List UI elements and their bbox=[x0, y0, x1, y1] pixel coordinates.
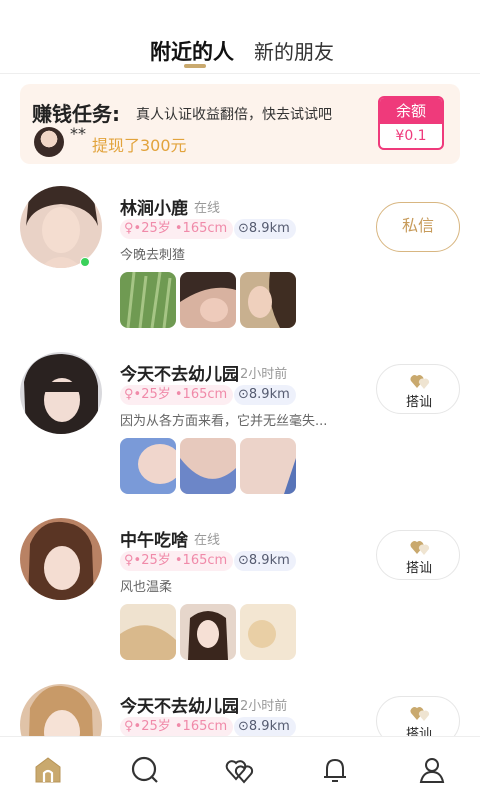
avatar[interactable] bbox=[20, 186, 102, 268]
username: 中午吃啥 bbox=[120, 531, 188, 551]
username: 林涧小鹿 bbox=[120, 199, 188, 219]
greet-label: 搭讪 bbox=[405, 395, 432, 410]
bio-text: 因为从各方面来看，它并无丝毫失... bbox=[120, 414, 328, 429]
status-text: 2小时前 bbox=[240, 367, 288, 382]
distance-tag: ⊙8.9km bbox=[234, 551, 296, 571]
username: 今天不去幼儿园 bbox=[120, 365, 239, 385]
age-height-text: •25岁 •165cm bbox=[133, 221, 228, 236]
status-text: 在线 bbox=[194, 201, 221, 216]
location-icon: ⊙ bbox=[238, 387, 249, 402]
female-icon: ♀ bbox=[124, 221, 134, 236]
age-height-tag: ♀•25岁 •165cm bbox=[120, 219, 234, 239]
photo-thumbnail[interactable] bbox=[120, 272, 176, 328]
photo-thumbnail[interactable] bbox=[240, 604, 296, 660]
task-description: 真人认证收益翻倍，快去试试吧 bbox=[136, 107, 332, 123]
female-icon: ♀ bbox=[124, 387, 134, 402]
avatar bbox=[34, 127, 64, 157]
money-task-card[interactable]: 赚钱任务: 真人认证收益翻倍，快去试试吧 ** 提现了300元 余额 ¥0.1 bbox=[20, 84, 460, 164]
balance-value: ¥0.1 bbox=[395, 128, 427, 144]
bio-text: 风也温柔 bbox=[120, 580, 173, 595]
list-item[interactable]: 中午吃啥 在线 ♀•25岁 •165cm ⊙8.9km 风也温柔 搭讪 bbox=[0, 508, 480, 674]
age-height-tag: ♀•25岁 •165cm bbox=[120, 717, 234, 736]
hearts-icon bbox=[410, 707, 430, 721]
distance-tag: ⊙8.9km bbox=[234, 385, 296, 405]
bell-icon[interactable] bbox=[320, 755, 350, 785]
age-height-text: •25岁 •165cm bbox=[133, 387, 228, 402]
status-text: 在线 bbox=[194, 533, 221, 548]
distance-text: 8.9km bbox=[248, 221, 290, 236]
list-item[interactable]: 今天不去幼儿园 2小时前 ♀•25岁 •165cm ⊙8.9km 因为从各方面来… bbox=[0, 342, 480, 508]
top-nav: 附近的人 新的朋友 bbox=[0, 0, 480, 74]
photo-thumbnail[interactable] bbox=[120, 438, 176, 494]
balance-label: 余额 bbox=[380, 98, 442, 124]
private-message-button[interactable]: 私信 bbox=[376, 202, 460, 252]
withdraw-text: 提现了300元 bbox=[92, 136, 187, 155]
tab-nearby[interactable]: 附近的人 bbox=[150, 36, 234, 66]
distance-text: 8.9km bbox=[248, 387, 290, 402]
bottom-tab-bar bbox=[0, 736, 480, 800]
avatar[interactable] bbox=[20, 352, 102, 434]
hearts-icon[interactable] bbox=[225, 755, 255, 785]
bio-text: 今晚去刺猹 bbox=[120, 248, 186, 263]
greet-label: 搭讪 bbox=[405, 727, 432, 736]
photo-thumbnail[interactable] bbox=[180, 604, 236, 660]
photo-thumbnail[interactable] bbox=[240, 438, 296, 494]
hearts-icon bbox=[410, 541, 430, 555]
distance-tag: ⊙8.9km bbox=[234, 717, 296, 736]
photo-thumbnail[interactable] bbox=[240, 272, 296, 328]
female-icon: ♀ bbox=[124, 719, 134, 734]
age-height-tag: ♀•25岁 •165cm bbox=[120, 551, 234, 571]
masked-username: ** bbox=[70, 124, 86, 143]
profile-icon[interactable] bbox=[417, 755, 447, 785]
online-indicator bbox=[80, 257, 90, 267]
tab-new-friends[interactable]: 新的朋友 bbox=[254, 36, 334, 65]
location-icon: ⊙ bbox=[238, 553, 249, 568]
hearts-icon bbox=[410, 375, 430, 389]
list-item[interactable]: 今天不去幼儿园 2小时前 ♀•25岁 •165cm ⊙8.9km 搭讪 bbox=[0, 674, 480, 736]
nearby-user-list[interactable]: 林涧小鹿 在线 ♀•25岁 •165cm ⊙8.9km 今晚去刺猹 私信 今天不… bbox=[0, 166, 480, 736]
distance-tag: ⊙8.9km bbox=[234, 219, 296, 239]
balance-badge[interactable]: 余额 ¥0.1 bbox=[378, 96, 444, 150]
photo-thumbnail[interactable] bbox=[180, 272, 236, 328]
tab-indicator bbox=[184, 64, 206, 68]
home-icon[interactable] bbox=[33, 755, 63, 785]
photo-thumbnail[interactable] bbox=[180, 438, 236, 494]
female-icon: ♀ bbox=[124, 553, 134, 568]
task-title: 赚钱任务: bbox=[32, 102, 120, 126]
greet-label: 搭讪 bbox=[405, 561, 432, 576]
location-icon: ⊙ bbox=[238, 221, 249, 236]
age-height-text: •25岁 •165cm bbox=[133, 719, 228, 734]
avatar[interactable] bbox=[20, 518, 102, 600]
distance-text: 8.9km bbox=[248, 719, 290, 734]
age-height-tag: ♀•25岁 •165cm bbox=[120, 385, 234, 405]
distance-text: 8.9km bbox=[248, 553, 290, 568]
discover-icon[interactable] bbox=[130, 755, 160, 785]
greet-button[interactable]: 搭讪 bbox=[376, 364, 460, 414]
avatar[interactable] bbox=[20, 684, 102, 736]
username: 今天不去幼儿园 bbox=[120, 697, 239, 717]
photo-thumbnail[interactable] bbox=[120, 604, 176, 660]
greet-button[interactable]: 搭讪 bbox=[376, 696, 460, 736]
greet-button[interactable]: 搭讪 bbox=[376, 530, 460, 580]
age-height-text: •25岁 •165cm bbox=[133, 553, 228, 568]
list-item[interactable]: 林涧小鹿 在线 ♀•25岁 •165cm ⊙8.9km 今晚去刺猹 私信 bbox=[0, 176, 480, 342]
location-icon: ⊙ bbox=[238, 719, 249, 734]
status-text: 2小时前 bbox=[240, 699, 288, 714]
